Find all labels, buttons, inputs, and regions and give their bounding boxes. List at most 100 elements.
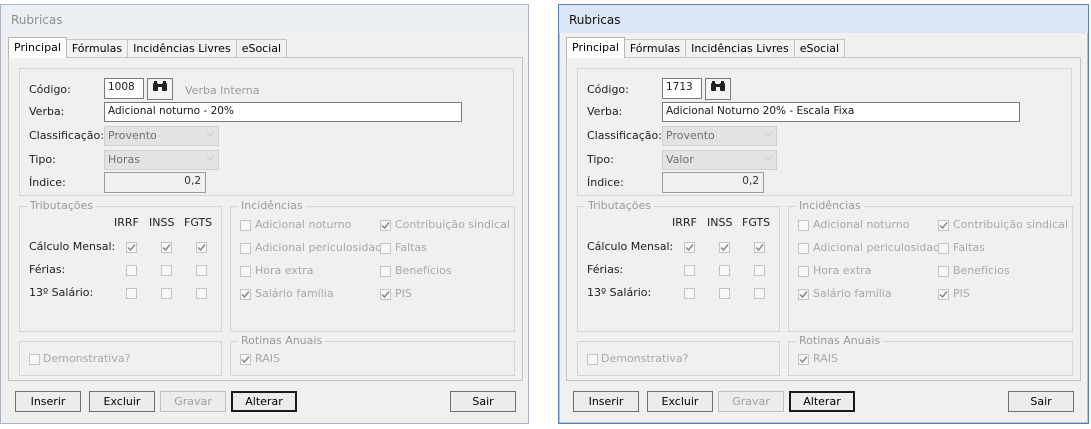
incidencia-checkbox[interactable] (240, 243, 251, 254)
tributacao-checkbox[interactable] (684, 265, 695, 276)
incidencia-checkbox[interactable] (938, 266, 949, 277)
tab-formulas[interactable]: Fórmulas (623, 39, 687, 58)
tab-formulas[interactable]: Fórmulas (65, 39, 129, 58)
checkmark-icon (799, 291, 808, 299)
incidencia-checkbox[interactable] (798, 220, 809, 231)
tributacao-checkbox[interactable] (196, 265, 207, 276)
alterar-button[interactable]: Alterar (231, 391, 297, 412)
rais-checkbox[interactable] (240, 354, 251, 365)
tab-incidencias-livres[interactable]: Incidências Livres (127, 39, 237, 58)
incidencia-checkbox[interactable] (380, 289, 391, 300)
demonstrativa-checkbox[interactable] (29, 354, 40, 365)
binoculars-icon[interactable] (147, 78, 173, 100)
incidencia-checkbox[interactable] (938, 243, 949, 254)
tab-principal[interactable]: Principal (8, 37, 67, 58)
tab-esocial[interactable]: eSocial (793, 39, 846, 58)
inserir-button[interactable]: Inserir (15, 391, 81, 412)
incidencia-checkbox[interactable] (380, 243, 391, 254)
tributacao-checkbox[interactable] (126, 265, 137, 276)
tributacao-checkbox[interactable] (161, 265, 172, 276)
tributacao-row-label: Cálculo Mensal: (587, 240, 674, 253)
classificacao-select[interactable]: Provento ⌵ (662, 126, 777, 146)
tributacao-checkbox[interactable] (719, 265, 730, 276)
classificacao-select[interactable]: Provento ⌵ (104, 126, 219, 146)
excluir-button[interactable]: Excluir (89, 391, 155, 412)
incidencia-label: PIS (953, 287, 970, 300)
checkmark-icon (685, 244, 694, 252)
rotinas-anuais-title: Rotinas Anuais (796, 334, 884, 347)
tributacao-col-irrf: IRRF (114, 216, 139, 229)
incidencia-checkbox[interactable] (798, 266, 809, 277)
tab-principal[interactable]: Principal (566, 37, 625, 58)
tipo-select[interactable]: Horas ⌵ (104, 150, 219, 170)
excluir-button[interactable]: Excluir (647, 391, 713, 412)
checkmark-icon (720, 244, 729, 252)
indice-input[interactable]: 0,2 (104, 172, 206, 193)
rais-checkbox[interactable] (798, 354, 809, 365)
chevron-down-icon: ⌵ (764, 152, 772, 163)
tab-esocial[interactable]: eSocial (235, 39, 288, 58)
incidencia-checkbox[interactable] (240, 289, 251, 300)
sair-button[interactable]: Sair (450, 391, 516, 412)
window-title: Rubricas (559, 5, 1088, 33)
tributacao-col-fgts: FGTS (184, 216, 213, 229)
tributacao-checkbox[interactable] (196, 242, 207, 253)
tributacao-checkbox[interactable] (196, 288, 207, 299)
incidencia-checkbox[interactable] (798, 289, 809, 300)
tributacao-row-label: Férias: (29, 263, 66, 276)
codigo-input[interactable]: 1713 (662, 78, 702, 99)
checkmark-icon (241, 356, 250, 364)
incidencia-label: Contribuição sindical (953, 218, 1068, 231)
binoculars-icon[interactable] (705, 78, 731, 100)
incidencia-checkbox[interactable] (938, 289, 949, 300)
alterar-button[interactable]: Alterar (789, 391, 855, 412)
tributacoes-title: Tributações (585, 199, 654, 212)
indice-input[interactable]: 0,2 (662, 172, 764, 193)
tributacao-checkbox[interactable] (126, 288, 137, 299)
tributacao-checkbox[interactable] (161, 288, 172, 299)
incidencia-label: Adicional periculosidade (813, 241, 947, 254)
sair-button[interactable]: Sair (1008, 391, 1074, 412)
incidencia-label: Adicional periculosidade (255, 241, 389, 254)
incidencia-label: Hora extra (813, 264, 872, 277)
incidencia-label: PIS (395, 287, 412, 300)
tributacao-checkbox[interactable] (161, 242, 172, 253)
inserir-button[interactable]: Inserir (573, 391, 639, 412)
gravar-button[interactable]: Gravar (718, 391, 784, 412)
tributacao-row-label: 13º Salário: (29, 286, 94, 299)
gravar-button[interactable]: Gravar (160, 391, 226, 412)
chevron-down-icon: ⌵ (764, 128, 772, 139)
incidencia-checkbox[interactable] (380, 266, 391, 277)
checkmark-icon (241, 291, 250, 299)
incidencia-checkbox[interactable] (938, 220, 949, 231)
tributacao-checkbox[interactable] (684, 242, 695, 253)
tipo-select[interactable]: Valor ⌵ (662, 150, 777, 170)
incidencia-checkbox[interactable] (380, 220, 391, 231)
indice-label: Índice: (587, 176, 624, 189)
checkmark-icon (939, 222, 948, 230)
tributacao-checkbox[interactable] (754, 242, 765, 253)
classificacao-value: Provento (666, 129, 715, 142)
chevron-down-icon: ⌵ (206, 152, 214, 163)
checkmark-icon (381, 291, 390, 299)
incidencia-label: Benefícios (395, 264, 452, 277)
verba-input[interactable]: Adicional Noturno 20% - Escala Fixa (662, 102, 1020, 122)
incidencia-checkbox[interactable] (240, 266, 251, 277)
tributacao-checkbox[interactable] (719, 242, 730, 253)
codigo-input[interactable]: 1008 (104, 78, 144, 99)
tributacao-checkbox[interactable] (754, 265, 765, 276)
codigo-label: Código: (29, 83, 71, 96)
incidencia-label: Benefícios (953, 264, 1010, 277)
incidencia-label: Salário família (813, 287, 892, 300)
tab-incidencias-livres[interactable]: Incidências Livres (685, 39, 795, 58)
classificacao-label: Classificação: (29, 129, 104, 142)
tributacao-checkbox[interactable] (719, 288, 730, 299)
verba-label: Verba: (587, 105, 623, 118)
tributacao-checkbox[interactable] (126, 242, 137, 253)
incidencia-checkbox[interactable] (798, 243, 809, 254)
incidencia-checkbox[interactable] (240, 220, 251, 231)
verba-input[interactable]: Adicional noturno - 20% (104, 102, 462, 122)
tributacao-checkbox[interactable] (684, 288, 695, 299)
tributacao-checkbox[interactable] (754, 288, 765, 299)
demonstrativa-checkbox[interactable] (587, 354, 598, 365)
